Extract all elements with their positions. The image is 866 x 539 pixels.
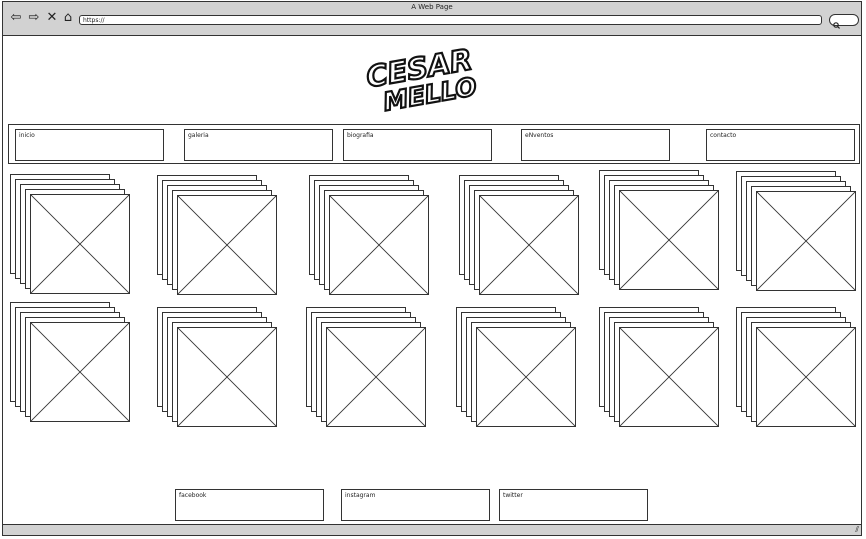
- image-placeholder-icon: [757, 328, 855, 426]
- image-placeholder-icon: [31, 323, 129, 421]
- forward-arrow-icon[interactable]: ⇨: [27, 11, 41, 25]
- gallery-item[interactable]: [736, 171, 858, 295]
- nav-item-contacto[interactable]: contacto: [706, 129, 855, 161]
- gallery-item[interactable]: [309, 175, 431, 299]
- image-placeholder: [177, 195, 277, 295]
- image-placeholder-icon: [31, 195, 129, 293]
- image-placeholder-icon: [757, 192, 855, 290]
- image-placeholder: [30, 322, 130, 422]
- image-placeholder-icon: [178, 328, 276, 426]
- gallery-item[interactable]: [599, 307, 721, 431]
- browser-titlebar: A Web Page ⇦ ⇨ ✕ ⌂ https://: [3, 2, 861, 36]
- image-placeholder-icon: [178, 196, 276, 294]
- image-placeholder: [326, 327, 426, 427]
- search-button[interactable]: [829, 14, 859, 29]
- nav-item-galeria[interactable]: galeria: [184, 129, 333, 161]
- search-icon: [833, 22, 841, 29]
- close-x-icon[interactable]: ✕: [45, 11, 59, 25]
- image-placeholder: [756, 191, 856, 291]
- footer-link-facebook[interactable]: facebook: [175, 489, 324, 521]
- image-placeholder-icon: [480, 196, 578, 294]
- gallery-item[interactable]: [10, 174, 132, 298]
- image-placeholder: [476, 327, 576, 427]
- window-title: A Web Page: [411, 3, 453, 11]
- nav-bar: inicio galeria biografia eNventos contac…: [8, 124, 860, 164]
- image-placeholder-icon: [620, 328, 718, 426]
- gallery-item[interactable]: [736, 307, 858, 431]
- image-placeholder: [479, 195, 579, 295]
- gallery-item[interactable]: [456, 307, 578, 431]
- image-placeholder-icon: [327, 328, 425, 426]
- footer-link-twitter[interactable]: twitter: [499, 489, 648, 521]
- footer-link-instagram[interactable]: instagram: [341, 489, 490, 521]
- url-bar[interactable]: https://: [79, 15, 822, 25]
- browser-window: A Web Page ⇦ ⇨ ✕ ⌂ https:// CESAR MELLO …: [2, 1, 862, 536]
- nav-item-inicio[interactable]: inicio: [15, 129, 164, 161]
- resize-grip-icon[interactable]: ⫽: [855, 525, 859, 535]
- image-placeholder: [756, 327, 856, 427]
- status-bar: ⫽: [3, 524, 861, 535]
- site-logo: CESAR MELLO: [363, 44, 480, 112]
- gallery-item[interactable]: [157, 175, 279, 299]
- gallery-item[interactable]: [306, 307, 428, 431]
- back-arrow-icon[interactable]: ⇦: [9, 11, 23, 25]
- gallery-item[interactable]: [599, 170, 721, 294]
- image-placeholder: [30, 194, 130, 294]
- image-placeholder-icon: [330, 196, 428, 294]
- gallery-item[interactable]: [157, 307, 279, 431]
- image-placeholder: [619, 190, 719, 290]
- image-placeholder: [177, 327, 277, 427]
- image-placeholder: [329, 195, 429, 295]
- home-icon[interactable]: ⌂: [61, 11, 75, 25]
- image-placeholder-icon: [477, 328, 575, 426]
- nav-item-biografia[interactable]: biografia: [343, 129, 492, 161]
- image-placeholder: [619, 327, 719, 427]
- gallery-item[interactable]: [10, 302, 132, 426]
- image-placeholder-icon: [620, 191, 718, 289]
- gallery-item[interactable]: [459, 175, 581, 299]
- nav-item-eventos[interactable]: eNventos: [521, 129, 670, 161]
